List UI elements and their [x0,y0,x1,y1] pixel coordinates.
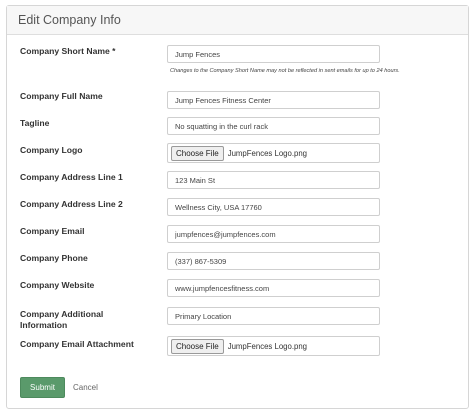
address1-input[interactable] [167,171,380,189]
edit-company-panel: Edit Company Info Company Short Name * C… [6,5,469,409]
logo-file-name: JumpFences Logo.png [227,148,308,158]
attachment-file-name: JumpFences Logo.png [227,341,308,351]
phone-input[interactable] [167,252,380,270]
attachment-choose-file-button[interactable]: Choose File [171,338,224,354]
attachment-file-input[interactable]: Choose File JumpFences Logo.png [167,336,380,356]
short-name-label: Company Short Name * [20,46,116,56]
full-name-label: Company Full Name [20,91,103,101]
email-input[interactable] [167,225,380,243]
logo-file-input[interactable]: Choose File JumpFences Logo.png [167,143,380,163]
additional-info-label: Company Additional Information [20,309,104,330]
address1-label: Company Address Line 1 [20,172,123,182]
tagline-label: Tagline [20,118,50,128]
email-label: Company Email [20,226,85,236]
logo-choose-file-button[interactable]: Choose File [171,145,224,161]
cancel-link[interactable]: Cancel [73,383,98,392]
logo-label: Company Logo [20,145,83,155]
additional-info-input[interactable] [167,307,380,325]
full-name-input[interactable] [167,91,380,109]
submit-button[interactable]: Submit [20,377,65,398]
website-label: Company Website [20,280,95,290]
address2-label: Company Address Line 2 [20,199,123,209]
phone-label: Company Phone [20,253,88,263]
short-name-input[interactable] [167,45,380,63]
website-input[interactable] [167,279,380,297]
tagline-input[interactable] [167,117,380,135]
short-name-help-text: Changes to the Company Short Name may no… [170,68,400,74]
panel-title: Edit Company Info [7,6,468,35]
address2-input[interactable] [167,198,380,216]
attachment-label: Company Email Attachment [20,339,134,349]
